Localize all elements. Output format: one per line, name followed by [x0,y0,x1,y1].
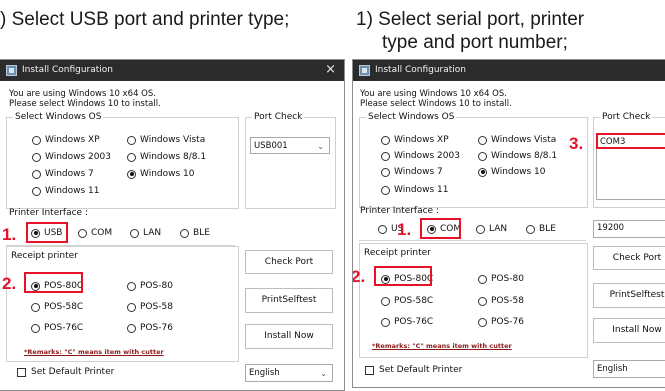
radio-interface-com[interactable]: COM [78,227,112,239]
radio-pos-58c[interactable]: POS-58C [381,295,433,307]
check-port-button[interactable]: Check Port [593,246,665,270]
window-title: Install Configuration [22,65,113,75]
radio-windows-2003[interactable]: Windows 2003 [381,150,460,162]
set-default-printer-checkbox[interactable]: Set Default Printer [365,365,462,375]
radio-interface-lan[interactable]: LAN [476,223,507,235]
radio-pos-76c[interactable]: POS-76C [381,316,433,328]
radio-pos-76[interactable]: POS-76 [127,322,173,334]
radio-windows-7[interactable]: Windows 7 [32,168,94,180]
port-check-group: Port Check [245,111,336,209]
radio-pos-76c[interactable]: POS-76C [31,322,83,334]
right-caption-line2: type and port number; [382,32,568,53]
radio-windows-2003[interactable]: Windows 2003 [32,151,111,163]
windows-os-group: Select Windows OS Windows XP Windows Vis… [6,111,239,209]
highlight-com3-box [596,133,665,149]
print-selftest-button[interactable]: PrintSelftest [245,288,333,313]
radio-windows-8[interactable]: Windows 8/8.1 [478,150,557,162]
divider [359,240,586,241]
port-check-label: Port Check [252,111,305,123]
close-icon[interactable]: × [325,62,336,77]
radio-pos-76[interactable]: POS-76 [478,316,524,328]
install-now-button[interactable]: Install Now [593,318,665,343]
os-message-line1: You are using Windows 10 x64 OS. [360,89,507,99]
step-number-1: 1. [397,220,412,239]
highlight-usb-box [26,222,68,243]
step-number-2: 2. [352,267,366,286]
radio-windows-8[interactable]: Windows 8/8.1 [127,151,206,163]
install-now-button[interactable]: Install Now [245,324,333,349]
highlight-com-box [420,218,461,239]
radio-windows-xp[interactable]: Windows XP [32,134,100,146]
radio-windows-vista[interactable]: Windows Vista [127,134,205,146]
step-number-3: 3. [569,134,584,153]
highlight-pos-80c-box [24,272,83,293]
os-message-line2: Please select Windows 10 to install. [9,99,161,109]
radio-pos-80[interactable]: POS-80 [127,280,173,292]
language-select[interactable]: English ⌄ [245,364,333,382]
window-title: Install Configuration [375,65,466,75]
radio-windows-xp[interactable]: Windows XP [381,134,449,146]
windows-os-label: Select Windows OS [13,111,104,123]
highlight-pos-80c-box [374,266,432,286]
language-select[interactable]: English [593,360,665,378]
radio-interface-ble[interactable]: BLE [180,227,210,239]
chevron-down-icon: ⌄ [317,142,324,151]
radio-windows-11[interactable]: Windows 11 [381,184,449,196]
port-check-label: Port Check [600,111,653,123]
printer-interface-label: Printer Interface : [9,208,88,218]
remarks-text: *Remarks: "C" means item with cutter [372,342,512,350]
os-message-line2: Please select Windows 10 to install. [360,99,512,109]
port-select[interactable]: USB001 ⌄ [250,137,330,154]
chevron-down-icon: ⌄ [320,369,327,378]
set-default-printer-checkbox[interactable]: Set Default Printer [17,367,114,377]
radio-pos-58[interactable]: POS-58 [127,301,173,313]
radio-windows-10[interactable]: Windows 10 [127,168,195,180]
step-number-2: 2. [2,274,17,293]
radio-windows-7[interactable]: Windows 7 [381,166,443,178]
right-titlebar: Install Configuration [353,60,665,81]
radio-interface-ble[interactable]: BLE [526,223,556,235]
radio-pos-80[interactable]: POS-80 [478,273,524,285]
check-port-button[interactable]: Check Port [245,250,333,274]
radio-windows-10[interactable]: Windows 10 [478,166,546,178]
receipt-printer-label: Receipt printer [11,251,78,261]
receipt-printer-group: Receipt printer POS-80C POS-80 POS-58C P… [359,243,588,358]
windows-os-label: Select Windows OS [366,111,457,123]
remarks-text: *Remarks: "C" means item with cutter [24,348,164,356]
radio-pos-58[interactable]: POS-58 [478,295,524,307]
left-install-window: Install Configuration × You are using Wi… [0,59,345,391]
radio-interface-lan[interactable]: LAN [130,227,161,239]
print-selftest-button[interactable]: PrintSelftest [593,283,665,308]
left-caption: ) Select USB port and printer type; [0,9,290,30]
radio-windows-vista[interactable]: Windows Vista [478,134,556,146]
app-icon [6,65,17,76]
receipt-printer-group: Receipt printer POS-80C POS-80 POS-58C P… [6,246,239,362]
left-titlebar: Install Configuration × [0,60,344,81]
os-message-line1: You are using Windows 10 x64 OS. [9,89,156,99]
radio-pos-58c[interactable]: POS-58C [31,301,83,313]
right-install-window: Install Configuration You are using Wind… [352,59,665,388]
app-icon [359,65,370,76]
printer-interface-label: Printer Interface : [360,206,439,216]
receipt-printer-label: Receipt printer [364,248,431,258]
windows-os-group: Select Windows OS Windows XP Windows Vis… [359,111,588,208]
radio-windows-11[interactable]: Windows 11 [32,185,100,197]
baud-rate-field[interactable]: 19200 [593,220,665,238]
step-number-1: 1. [2,225,17,244]
right-caption-line1: 1) Select serial port, printer [356,9,585,30]
